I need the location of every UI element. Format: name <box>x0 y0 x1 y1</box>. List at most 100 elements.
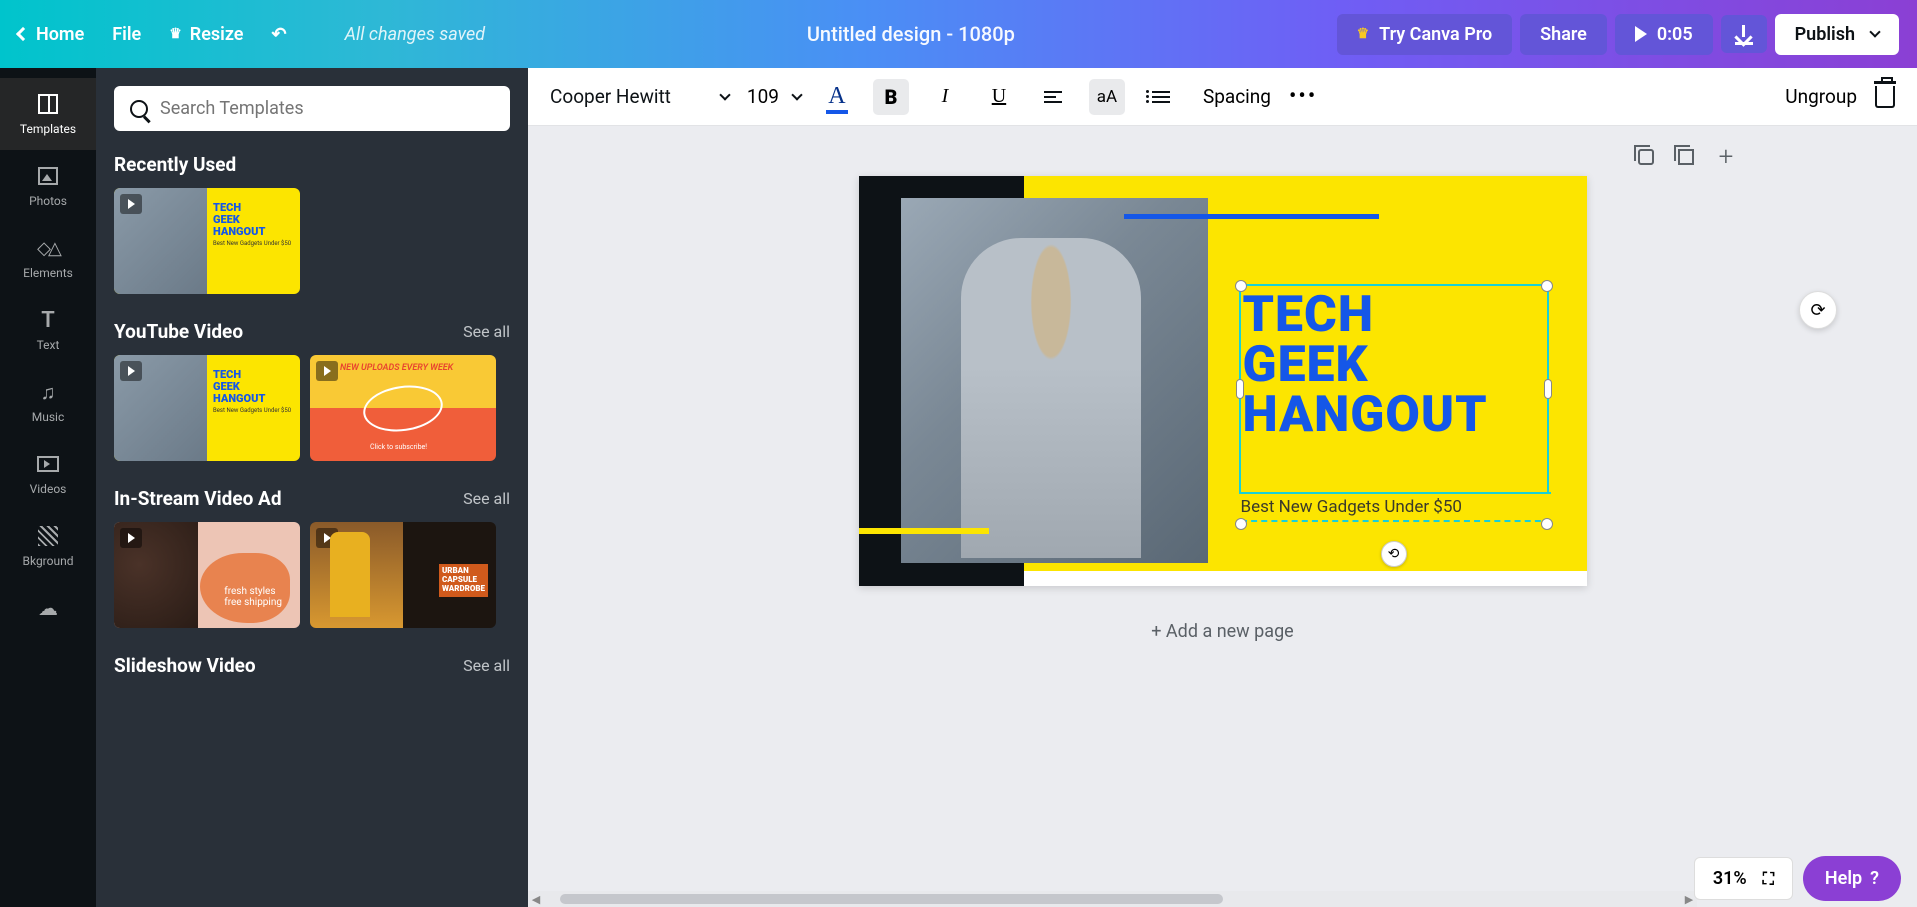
crown-icon: ♛ <box>1357 26 1370 42</box>
selected-text-group[interactable]: TECH GEEK HANGOUT Best New Gadgets Under… <box>1239 284 1549 494</box>
resize-handle[interactable] <box>1544 379 1552 399</box>
chevron-down-icon <box>1869 26 1880 37</box>
font-name: Cooper Hewitt <box>550 85 671 108</box>
template-thumb[interactable]: NEW UPLOADS EVERY WEEK Click to subscrib… <box>310 355 496 461</box>
text-icon: T <box>41 308 55 333</box>
spacing-button[interactable]: Spacing <box>1203 85 1271 108</box>
font-selector[interactable]: Cooper Hewitt <box>550 85 729 108</box>
search-templates[interactable] <box>114 86 510 131</box>
font-size-selector[interactable]: 109 <box>747 85 801 108</box>
template-thumb[interactable]: TECH GEEK HANGOUT Best New Gadgets Under… <box>114 355 300 461</box>
question-icon: ? <box>1870 868 1879 889</box>
rail-bkground[interactable]: Bkground <box>0 510 96 582</box>
italic-button[interactable]: I <box>927 79 963 115</box>
rail-label: Videos <box>30 482 67 496</box>
section-title: In-Stream Video Ad <box>114 487 282 510</box>
bold-button[interactable]: B <box>873 79 909 115</box>
try-pro-button[interactable]: ♛ Try Canva Pro <box>1337 14 1513 55</box>
template-thumb[interactable]: URBAN CAPSULE WARDROBE <box>310 522 496 628</box>
rail-elements[interactable]: ◇△ Elements <box>0 222 96 294</box>
side-rail: Templates Photos ◇△ Elements T Text ♫ Mu… <box>0 68 96 907</box>
rail-label: Photos <box>29 194 67 208</box>
section-youtube: YouTube Video See all TECH GEEK HANGOUT … <box>114 320 510 461</box>
resize-handle[interactable] <box>1541 518 1553 530</box>
underline-button[interactable]: U <box>981 79 1017 115</box>
resize-handle[interactable] <box>1541 280 1553 292</box>
delete-button[interactable] <box>1875 86 1895 108</box>
align-button[interactable] <box>1035 79 1071 115</box>
home-button[interactable]: Home <box>18 24 84 45</box>
section-slideshow: Slideshow Video See all <box>114 654 510 677</box>
more-button[interactable]: ••• <box>1289 84 1317 109</box>
italic-icon: I <box>942 85 949 108</box>
section-instream: In-Stream Video Ad See all fresh styles … <box>114 487 510 628</box>
templates-panel: Recently Used TECH GEEK HANGOUT Best New… <box>96 68 528 907</box>
see-all-link[interactable]: See all <box>463 656 510 675</box>
uppercase-icon: aA <box>1097 87 1117 107</box>
chevron-down-icon <box>719 89 730 100</box>
title-line[interactable]: HANGOUT <box>1243 390 1545 440</box>
regenerate-button[interactable]: ⟳ <box>1799 291 1837 329</box>
see-all-link[interactable]: See all <box>463 489 510 508</box>
elements-icon: ◇△ <box>37 238 59 259</box>
resize-handle[interactable] <box>1235 518 1247 530</box>
resize-handle[interactable] <box>1236 379 1244 399</box>
save-status: All changes saved <box>345 24 486 45</box>
section-title: YouTube Video <box>114 320 243 343</box>
decorative-line[interactable] <box>1124 214 1379 219</box>
align-left-icon <box>1044 91 1062 103</box>
rail-photos[interactable]: Photos <box>0 150 96 222</box>
template-thumb[interactable]: TECH GEEK HANGOUT Best New Gadgets Under… <box>114 188 300 294</box>
home-label: Home <box>36 24 84 45</box>
list-button[interactable] <box>1143 79 1179 115</box>
rotate-handle[interactable]: ⟲ <box>1381 541 1407 567</box>
design-page[interactable]: TECH GEEK HANGOUT Best New Gadgets Under… <box>859 176 1587 586</box>
ungroup-button[interactable]: Ungroup <box>1785 85 1857 108</box>
notes-button[interactable] <box>1635 146 1657 168</box>
section-title: Slideshow Video <box>114 654 256 677</box>
publish-label: Publish <box>1795 24 1855 45</box>
fullscreen-icon[interactable]: ⛶ <box>1763 869 1774 889</box>
title-line[interactable]: TECH <box>1243 290 1545 340</box>
download-button[interactable] <box>1721 15 1767 53</box>
add-page-icon-button[interactable]: + <box>1715 146 1737 168</box>
title-line[interactable]: GEEK <box>1243 340 1545 390</box>
text-color-icon: A <box>828 83 845 110</box>
see-all-link[interactable]: See all <box>463 322 510 341</box>
subtitle-text[interactable]: Best New Gadgets Under $50 <box>1241 492 1551 522</box>
decorative-line[interactable] <box>859 528 989 534</box>
rail-uploads[interactable]: ☁ <box>0 582 96 634</box>
help-button[interactable]: Help ? <box>1803 856 1901 901</box>
rail-label: Text <box>37 338 60 352</box>
undo-button[interactable]: ↶ <box>271 24 286 45</box>
crown-icon: ♛ <box>169 26 182 42</box>
rail-label: Bkground <box>23 554 74 568</box>
document-title[interactable]: Untitled design - 1080p <box>807 22 1015 46</box>
resize-handle[interactable] <box>1235 280 1247 292</box>
section-recently-used: Recently Used TECH GEEK HANGOUT Best New… <box>114 153 510 294</box>
share-button[interactable]: Share <box>1520 14 1607 55</box>
hero-photo[interactable] <box>901 198 1208 563</box>
add-page-button[interactable]: + Add a new page <box>859 600 1587 663</box>
uppercase-button[interactable]: aA <box>1089 79 1125 115</box>
rail-templates[interactable]: Templates <box>0 78 96 150</box>
zoom-control[interactable]: 31% ⛶ <box>1694 857 1793 900</box>
help-label: Help <box>1825 868 1862 889</box>
rail-videos[interactable]: Videos <box>0 438 96 510</box>
rail-music[interactable]: ♫ Music <box>0 366 96 438</box>
duplicate-page-button[interactable] <box>1675 146 1697 168</box>
file-menu[interactable]: File <box>112 24 141 45</box>
canvas-viewport[interactable]: + TECH GEEK HANGOUT Best New Gadge <box>528 126 1917 907</box>
rail-label: Elements <box>23 266 73 280</box>
rail-text[interactable]: T Text <box>0 294 96 366</box>
videos-icon <box>37 456 59 472</box>
search-input[interactable] <box>160 98 494 119</box>
text-color-button[interactable]: A <box>819 79 855 115</box>
search-icon <box>130 100 148 118</box>
template-thumb[interactable]: fresh styles free shipping <box>114 522 300 628</box>
resize-button[interactable]: ♛ Resize <box>169 24 243 45</box>
undo-icon: ↶ <box>271 24 286 45</box>
publish-button[interactable]: Publish <box>1775 14 1899 55</box>
background-icon <box>38 526 58 546</box>
play-timer-button[interactable]: 0:05 <box>1615 14 1713 55</box>
